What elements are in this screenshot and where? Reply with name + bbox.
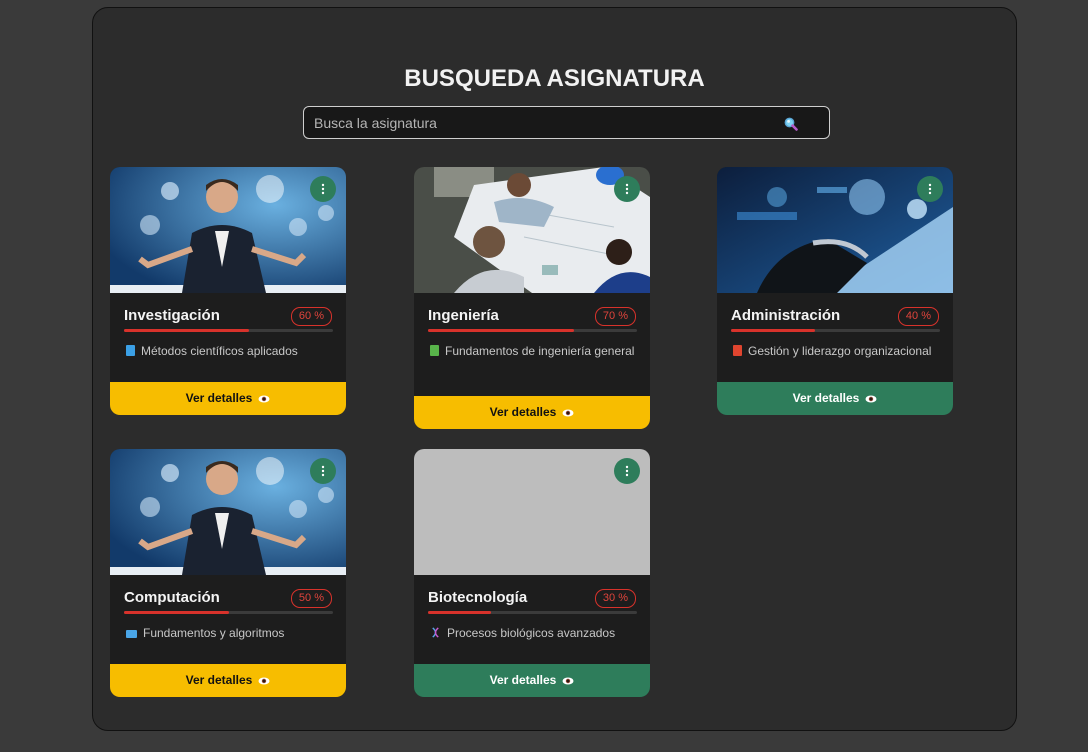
button-label: Ver detalles (185, 391, 253, 405)
progress-badge: 50 % (290, 589, 332, 608)
button-label: Ver detalles (489, 405, 557, 419)
button-label: Ver detalles (792, 391, 860, 405)
page-title: BUSQUEDA ASIGNATURA (404, 65, 705, 92)
card-description: Gestión y liderazgo organizacional (733, 345, 945, 358)
progress-fill (731, 329, 815, 332)
ver-detalles-button[interactable]: Ver detalles (110, 664, 346, 697)
eye-icon (258, 395, 270, 403)
computer-icon (126, 630, 137, 638)
card-menu-button[interactable] (614, 458, 640, 484)
progress-bar (124, 611, 333, 614)
subject-card-investigacion: Investigación 60 % Métodos científicos a… (110, 167, 346, 415)
progress-bar (428, 611, 637, 614)
card-title: Administración (731, 307, 841, 324)
button-label: Ver detalles (489, 673, 557, 687)
progress-badge: 70 % (594, 307, 636, 326)
subject-card-ingenieria: Ingeniería 70 % Fundamentos de ingenierí… (414, 167, 650, 429)
button-label: Ver detalles (185, 673, 253, 687)
card-description: Fundamentos de ingeniería general (430, 345, 642, 358)
card-title: Biotecnología (428, 589, 528, 606)
ver-detalles-button[interactable]: Ver detalles (414, 664, 650, 697)
subject-card-computacion: Computación 50 % Fundamentos y algoritmo… (110, 449, 346, 697)
kebab-menu-icon (321, 183, 325, 195)
subject-card-biotecnologia: Biotecnología 30 % Procesos biológicos a… (414, 449, 650, 697)
kebab-menu-icon (928, 183, 932, 195)
card-menu-button[interactable] (614, 176, 640, 202)
description-text: Métodos científicos aplicados (141, 344, 298, 358)
progress-badge: 30 % (594, 589, 636, 608)
ver-detalles-button[interactable]: Ver detalles (110, 382, 346, 415)
main-panel: BUSQUEDA ASIGNATURA I (92, 7, 1017, 731)
description-text: Gestión y liderazgo organizacional (748, 344, 932, 358)
blue-book-icon (126, 345, 135, 356)
card-title: Computación (124, 589, 220, 606)
search-bar[interactable] (303, 106, 830, 139)
card-menu-button[interactable] (917, 176, 943, 202)
card-menu-button[interactable] (310, 458, 336, 484)
progress-fill (428, 329, 575, 332)
eye-icon (562, 677, 574, 685)
progress-fill (124, 611, 229, 614)
progress-bar (124, 329, 333, 332)
dna-icon (432, 627, 439, 638)
card-menu-button[interactable] (310, 176, 336, 202)
progress-badge: 60 % (290, 307, 332, 326)
description-text: Fundamentos y algoritmos (143, 626, 285, 640)
red-book-icon (733, 345, 742, 356)
ver-detalles-button[interactable]: Ver detalles (414, 396, 650, 429)
card-title: Investigación (124, 307, 220, 324)
green-book-icon (430, 345, 439, 356)
card-description: Procesos biológicos avanzados (430, 627, 642, 640)
kebab-menu-icon (321, 465, 325, 477)
kebab-menu-icon (625, 465, 629, 477)
eye-icon (562, 409, 574, 417)
search-input[interactable] (304, 107, 784, 138)
description-text: Fundamentos de ingeniería general (445, 344, 635, 358)
description-text: Procesos biológicos avanzados (447, 626, 616, 640)
card-description: Fundamentos y algoritmos (126, 627, 338, 640)
subject-card-administracion: Administración 40 % Gestión y liderazgo … (717, 167, 953, 415)
kebab-menu-icon (625, 183, 629, 195)
card-description: Métodos científicos aplicados (126, 345, 338, 358)
eye-icon (258, 677, 270, 685)
ver-detalles-button[interactable]: Ver detalles (717, 382, 953, 415)
progress-fill (428, 611, 491, 614)
progress-fill (124, 329, 250, 332)
eye-icon (865, 395, 877, 403)
card-title: Ingeniería (428, 307, 499, 324)
progress-badge: 40 % (897, 307, 939, 326)
progress-bar (428, 329, 637, 332)
progress-bar (731, 329, 940, 332)
search-icon[interactable] (783, 116, 799, 132)
